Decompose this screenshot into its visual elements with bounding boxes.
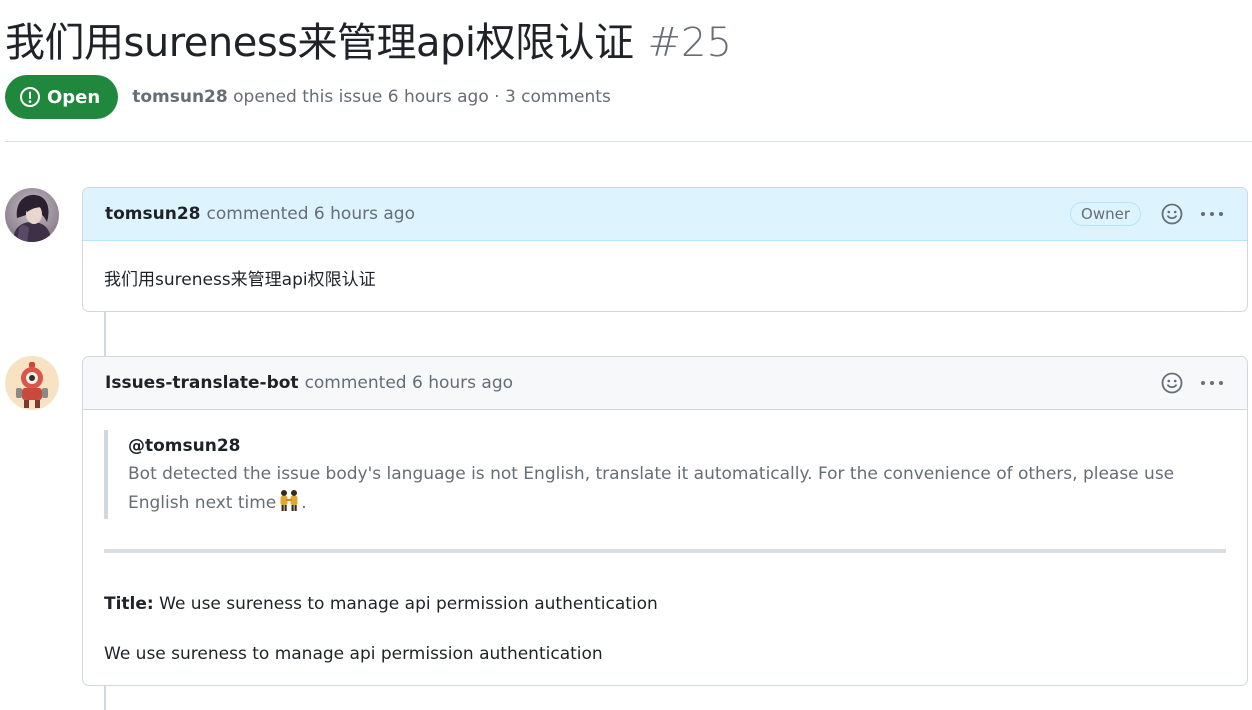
issue-title-line: 我们用sureness来管理api权限认证 #25: [5, 10, 1252, 68]
issue-opened-text: opened this issue 6 hours ago · 3 commen…: [233, 87, 611, 107]
comment-timestamp[interactable]: commented 6 hours ago: [207, 204, 415, 224]
title-value: We use sureness to manage api permission…: [159, 594, 658, 614]
timeline-connector: [104, 312, 106, 356]
issue-state-badge: Open: [5, 75, 119, 119]
issue-author-link[interactable]: tomsun28: [132, 87, 228, 107]
issue-title: 我们用sureness来管理api权限认证: [5, 20, 634, 66]
timeline-connector: [104, 686, 106, 710]
title-label: Title:: [104, 594, 154, 614]
translated-body: We use sureness to manage api permission…: [104, 644, 603, 664]
comment-header: tomsun28 commented 6 hours ago Owner: [83, 188, 1247, 241]
comment-timestamp[interactable]: commented 6 hours ago: [305, 373, 513, 393]
comment-text: 我们用sureness来管理api权限认证: [104, 270, 376, 290]
comment-body: 我们用sureness来管理api权限认证: [83, 241, 1247, 311]
comment-options-button[interactable]: [1199, 370, 1225, 396]
smiley-icon: [1161, 203, 1183, 225]
comment-header: Issues-translate-bot commented 6 hours a…: [83, 357, 1247, 410]
issue-number: #25: [647, 20, 732, 66]
comment-owner: tomsun28 commented 6 hours ago Owner 我们用…: [82, 187, 1248, 312]
bot-avatar-icon[interactable]: [5, 356, 59, 410]
comment-body: @tomsun28 Bot detected the issue body's …: [83, 410, 1247, 685]
add-reaction-button[interactable]: [1159, 201, 1185, 227]
issue-meta-text: tomsun28 opened this issue 6 hours ago ·…: [132, 87, 611, 107]
quote-text-end: .: [301, 493, 307, 513]
comment-options-button[interactable]: [1199, 201, 1225, 227]
user-avatar-icon[interactable]: [5, 188, 59, 242]
quote-text: Bot detected the issue body's language i…: [128, 460, 1226, 517]
add-reaction-button[interactable]: [1159, 370, 1185, 396]
horizontal-rule: [104, 549, 1226, 553]
people-holding-hands-icon: [280, 490, 298, 511]
issue-state-label: Open: [47, 86, 101, 108]
kebab-horizontal-icon: [1201, 212, 1223, 216]
owner-badge: Owner: [1070, 202, 1141, 226]
issue-meta: Open tomsun28 opened this issue 6 hours …: [5, 75, 611, 119]
translated-title: Title: We use sureness to manage api per…: [104, 591, 1226, 617]
kebab-horizontal-icon: [1201, 381, 1223, 385]
comment-bot: Issues-translate-bot commented 6 hours a…: [82, 356, 1248, 686]
comment-author-link[interactable]: tomsun28: [105, 204, 201, 224]
blockquote: @tomsun28 Bot detected the issue body's …: [104, 430, 1226, 519]
issue-open-icon: [20, 87, 40, 107]
header-divider: [5, 141, 1252, 142]
smiley-icon: [1161, 372, 1183, 394]
user-mention-link[interactable]: @tomsun28: [128, 432, 1226, 460]
comment-author-link[interactable]: Issues-translate-bot: [105, 373, 299, 393]
issue-header: 我们用sureness来管理api权限认证 #25 Open tomsun28 …: [5, 10, 1252, 119]
